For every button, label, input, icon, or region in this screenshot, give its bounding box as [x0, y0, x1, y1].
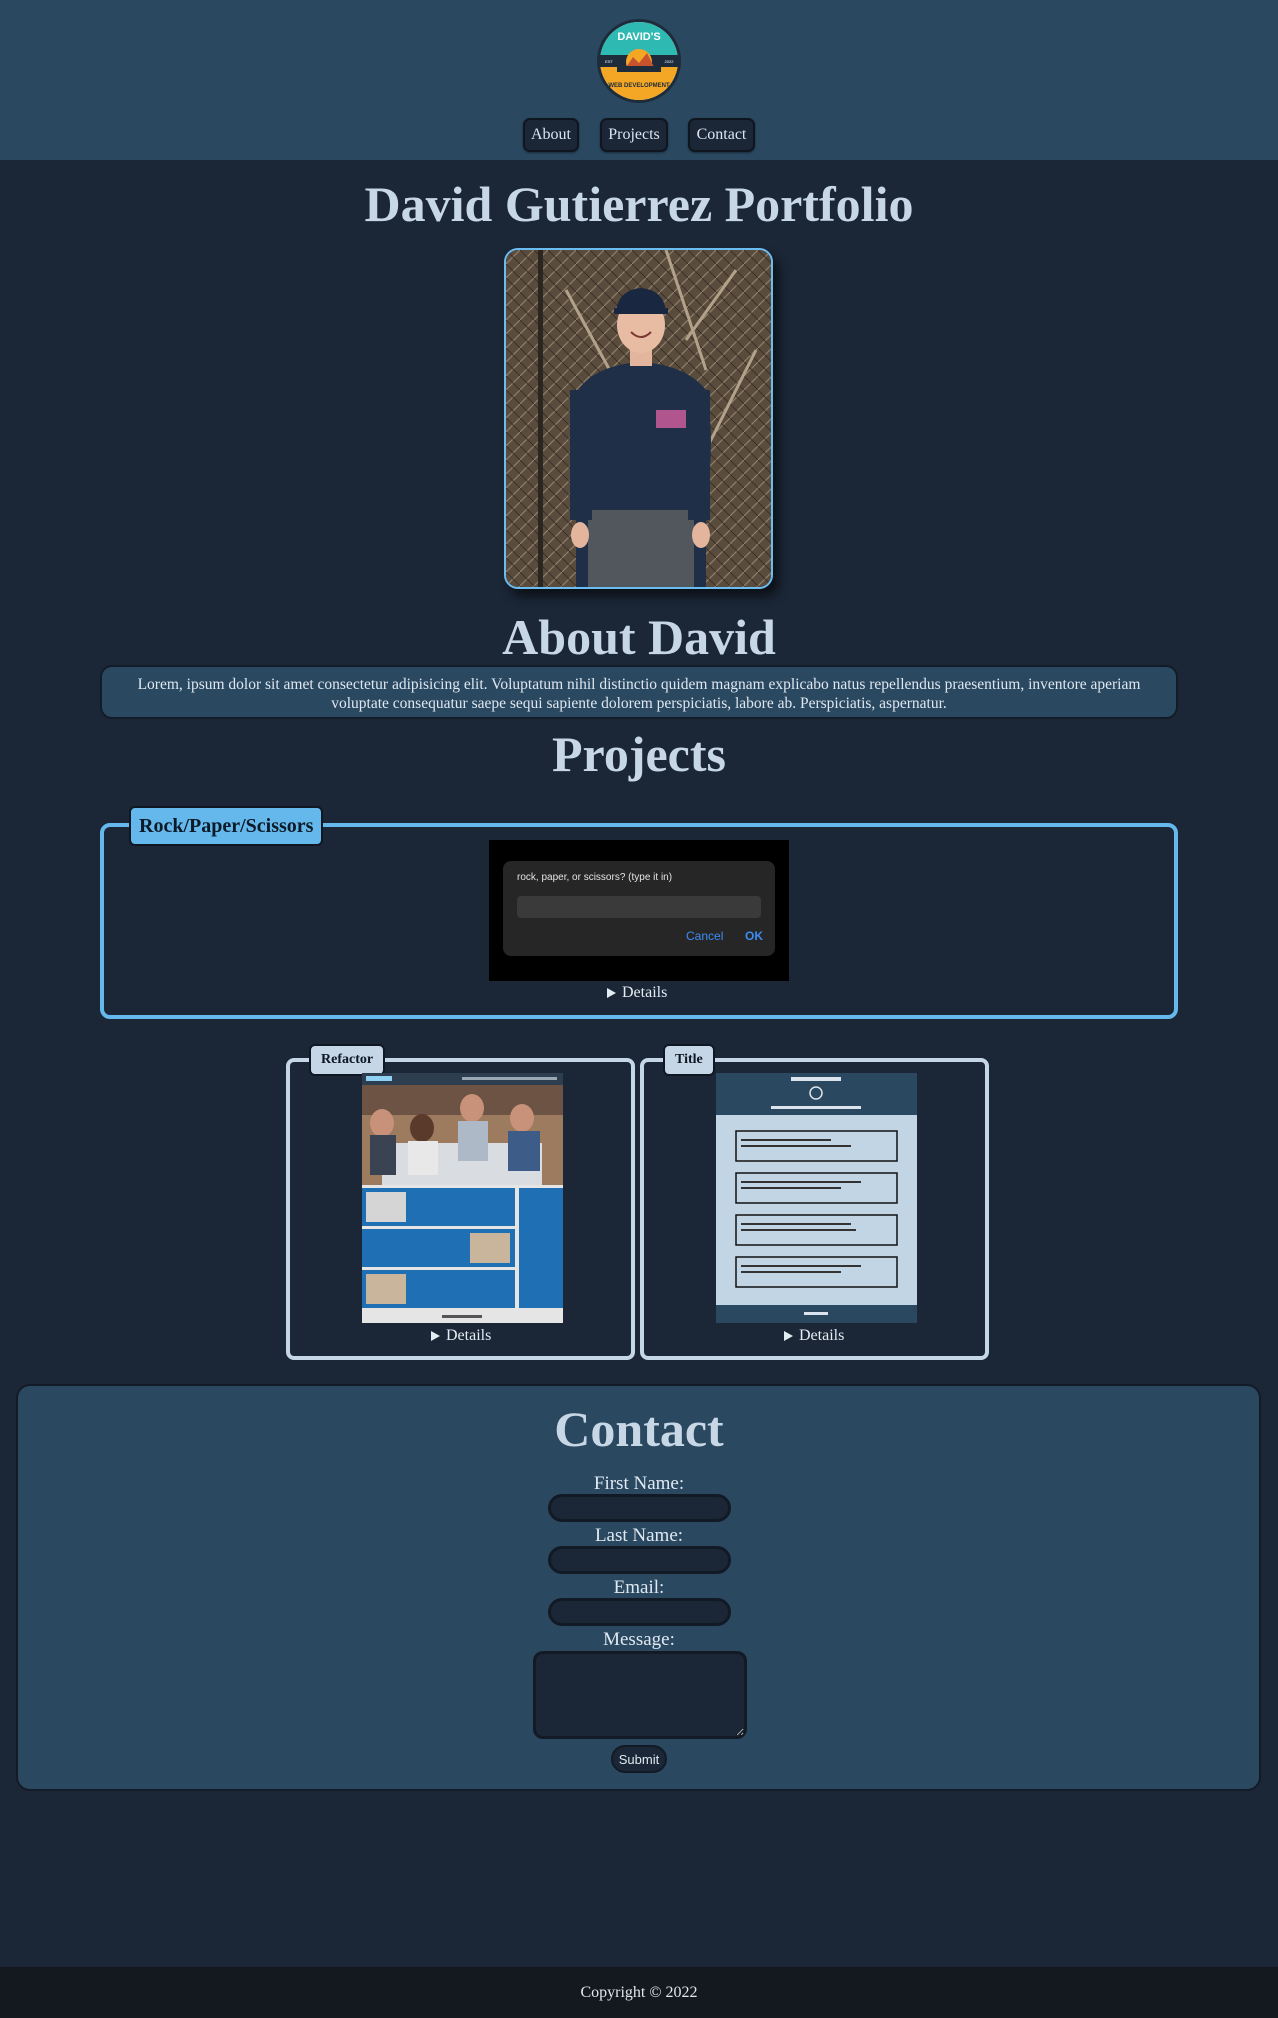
- nav-about-button[interactable]: About: [523, 118, 579, 152]
- site-header: DAVID'S WEB DEVELOPMENT EST 2022 About P…: [0, 0, 1278, 160]
- last-name-input[interactable]: [548, 1546, 731, 1574]
- project-preview-title[interactable]: [716, 1073, 917, 1323]
- profile-photo: [504, 248, 773, 589]
- project-preview-refactor[interactable]: [362, 1073, 563, 1323]
- logo: DAVID'S WEB DEVELOPMENT EST 2022: [597, 19, 681, 103]
- copyright-text: Copyright © 2022: [580, 1983, 698, 2001]
- contact-heading: Contact: [554, 1401, 724, 1457]
- project-legend-title: Title: [663, 1044, 715, 1076]
- project-legend-refactor: Refactor: [309, 1044, 386, 1076]
- details-toggle-title[interactable]: Details: [784, 1327, 844, 1345]
- message-textarea[interactable]: [533, 1651, 747, 1739]
- message-label: Message:: [603, 1629, 675, 1650]
- email-label: Email:: [613, 1577, 665, 1598]
- nav-projects-button[interactable]: Projects: [600, 118, 668, 152]
- footer: Copyright © 2022: [0, 1967, 1278, 2018]
- prompt-text: rock, paper, or scissors? (type it in): [517, 872, 673, 883]
- nav-contact-button[interactable]: Contact: [688, 118, 755, 152]
- about-text: Lorem, ipsum dolor sit amet consectetur …: [100, 665, 1178, 719]
- projects-heading: Projects: [552, 726, 726, 782]
- prompt-ok: OK: [745, 929, 763, 943]
- disclosure-triangle-icon: [607, 988, 616, 998]
- details-toggle-rps[interactable]: Details: [607, 984, 667, 1002]
- svg-text:EST: EST: [605, 59, 613, 64]
- svg-text:2022: 2022: [665, 59, 675, 64]
- first-name-input[interactable]: [548, 1494, 731, 1522]
- last-name-label: Last Name:: [594, 1525, 684, 1546]
- prompt-cancel: Cancel: [686, 929, 724, 943]
- main-nav: About Projects Contact: [0, 118, 1278, 152]
- submit-button[interactable]: Submit: [611, 1745, 667, 1773]
- email-input[interactable]: [548, 1598, 731, 1626]
- prompt-input: [517, 896, 761, 918]
- details-label: Details: [799, 1327, 845, 1344]
- details-label: Details: [446, 1327, 492, 1344]
- prompt-dialog: rock, paper, or scissors? (type it in) C…: [503, 861, 775, 956]
- disclosure-triangle-icon: [431, 1331, 440, 1341]
- about-heading: About David: [502, 609, 776, 665]
- first-name-label: First Name:: [593, 1473, 685, 1494]
- svg-text:WEB DEVELOPMENT: WEB DEVELOPMENT: [608, 83, 670, 89]
- svg-text:DAVID'S: DAVID'S: [617, 31, 660, 43]
- project-preview-rps[interactable]: rock, paper, or scissors? (type it in) C…: [489, 840, 789, 981]
- disclosure-triangle-icon: [784, 1331, 793, 1341]
- details-label: Details: [622, 984, 668, 1001]
- details-toggle-refactor[interactable]: Details: [431, 1327, 491, 1345]
- project-legend-rps: Rock/Paper/Scissors: [129, 806, 324, 846]
- page-title: David Gutierrez Portfolio: [364, 176, 914, 232]
